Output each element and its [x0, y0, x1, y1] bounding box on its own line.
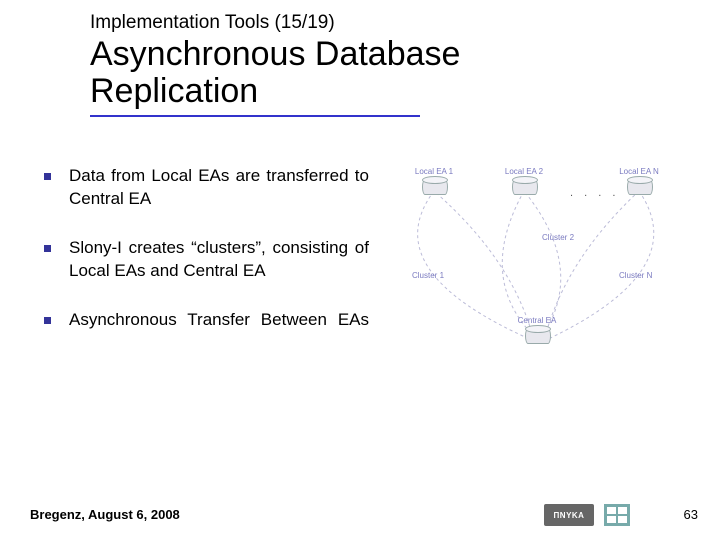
node-label: Local EA 2: [489, 167, 559, 176]
node-label: Local EA N: [604, 167, 674, 176]
bullet-list: Data from Local EAs are transferred to C…: [44, 165, 384, 332]
bullet-text: Asynchronous Transfer Between EAs: [69, 309, 369, 332]
grid-logo-icon: [604, 504, 630, 526]
node-central-ea: Central EA: [502, 316, 572, 347]
node-label: Local EA 1: [399, 167, 469, 176]
bullet-text: Data from Local EAs are transferred to C…: [69, 165, 369, 211]
slide-root: Implementation Tools (15/19) Asynchronou…: [0, 0, 720, 540]
cluster-label-1: Cluster 1: [412, 271, 444, 280]
replication-diagram: Local EA 1 Local EA 2 Local EA N . . . .…: [394, 161, 684, 371]
square-bullet-icon: [44, 245, 51, 252]
list-item: Asynchronous Transfer Between EAs: [44, 309, 384, 332]
page-number: 63: [684, 507, 698, 522]
diagram-column: Local EA 1 Local EA 2 Local EA N . . . .…: [384, 165, 700, 371]
database-icon: [422, 176, 446, 196]
footer-location-date: Bregenz, August 6, 2008: [30, 507, 180, 522]
content-row: Data from Local EAs are transferred to C…: [0, 117, 720, 371]
title-line-2: Replication: [90, 72, 258, 110]
pnyka-logo-icon: ΠNYKA: [544, 504, 594, 526]
cluster-label-n: Cluster N: [619, 271, 652, 280]
database-icon: [627, 176, 651, 196]
bullet-column: Data from Local EAs are transferred to C…: [44, 165, 384, 371]
node-local-ea-1: Local EA 1: [399, 167, 469, 198]
cluster-label-2: Cluster 2: [542, 233, 574, 242]
footer-logos: ΠNYKA: [544, 504, 630, 526]
node-label: Central EA: [502, 316, 572, 325]
square-bullet-icon: [44, 173, 51, 180]
supertitle: Implementation Tools (15/19): [90, 12, 720, 34]
title-line-1: Asynchronous Database: [90, 35, 460, 73]
node-local-ea-2: Local EA 2: [489, 167, 559, 198]
header-block: Implementation Tools (15/19) Asynchronou…: [0, 0, 720, 109]
database-icon: [512, 176, 536, 196]
list-item: Data from Local EAs are transferred to C…: [44, 165, 384, 211]
bullet-text: Slony-I creates “clusters”, consisting o…: [69, 237, 369, 283]
ellipsis-dots: . . . .: [570, 187, 619, 199]
square-bullet-icon: [44, 317, 51, 324]
database-icon: [525, 325, 549, 345]
slide-title: Asynchronous Database Replication: [90, 36, 720, 109]
list-item: Slony-I creates “clusters”, consisting o…: [44, 237, 384, 283]
